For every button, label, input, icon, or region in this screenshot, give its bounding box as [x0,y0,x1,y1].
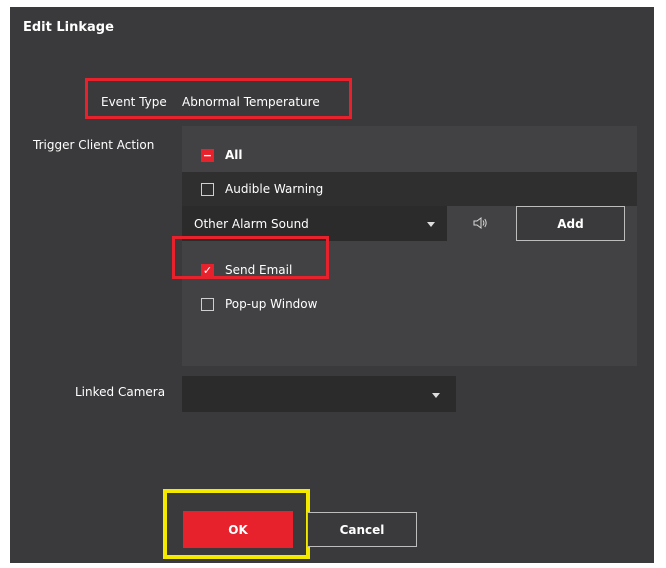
send-email-highlight [172,236,329,279]
audible-warning-label: Audible Warning [225,182,324,196]
alarm-sound-value: Other Alarm Sound [194,216,309,231]
all-label: All [225,148,243,162]
chevron-down-icon [432,393,440,398]
dialog-title: Edit Linkage [23,20,114,35]
option-all[interactable]: − All [182,138,637,172]
cancel-button[interactable]: Cancel [307,512,417,547]
event-type-label: Event Type [101,95,167,109]
event-type-value: Abnormal Temperature [182,95,320,109]
linked-camera-label: Linked Camera [75,385,166,399]
edit-linkage-dialog: Edit Linkage Event Type Abnormal Tempera… [10,7,654,563]
audible-warning-checkbox[interactable] [201,182,214,196]
option-audible-warning[interactable]: Audible Warning [182,172,637,206]
popup-window-label: Pop-up Window [225,297,318,311]
option-popup-window[interactable]: Pop-up Window [182,287,637,321]
linked-camera-select[interactable] [182,376,456,412]
trigger-client-action-label: Trigger Client Action [33,138,155,152]
speaker-icon[interactable] [472,215,488,231]
all-checkbox[interactable]: − [201,148,214,162]
minus-icon: − [202,148,213,162]
popup-window-checkbox[interactable] [201,297,214,311]
add-button[interactable]: Add [516,206,625,241]
chevron-down-icon [427,222,435,227]
ok-button[interactable]: OK [183,511,293,548]
